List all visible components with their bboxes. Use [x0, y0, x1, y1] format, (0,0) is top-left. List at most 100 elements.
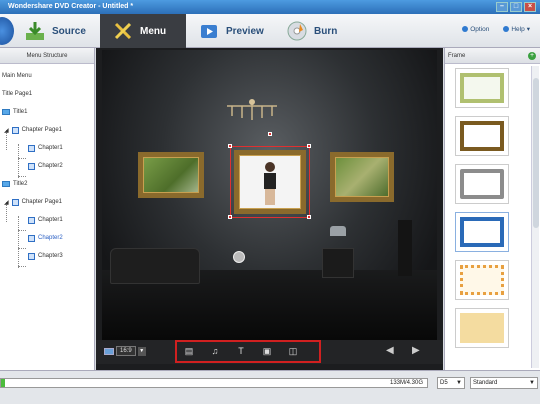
tree-item-title2[interactable]: Title2 [2, 178, 27, 190]
menu-structure-panel: Menu Structure Main Menu Title Page1 Tit… [0, 48, 95, 370]
window-controls: – □ × [496, 2, 536, 12]
film-icon [201, 25, 217, 38]
source-tab[interactable]: Source [20, 14, 92, 48]
tree-item-title-page1[interactable]: Title Page1 [2, 88, 32, 100]
resize-handle[interactable] [228, 215, 232, 219]
resize-handle[interactable] [307, 215, 311, 219]
menu-label: Menu [140, 25, 167, 37]
canvas-toolbar: 16:9 ▼ ▤ ♫ T ▣ ◫ ◀ ▶ [96, 340, 443, 364]
tree-item-chapter-page1[interactable]: ◢ Chapter Page1 [4, 196, 62, 208]
tree-label: Chapter Page1 [21, 199, 62, 205]
frame-thumb-3[interactable] [455, 164, 509, 204]
frame-thumb-1[interactable] [455, 68, 509, 108]
chandelier-image [227, 99, 277, 120]
tree-label: Title1 [13, 109, 28, 115]
frame-header-label: Frame [448, 53, 466, 59]
tree-item-main-menu[interactable]: Main Menu [2, 70, 32, 82]
quality-value: Standard [473, 380, 498, 386]
scrollbar-thumb[interactable] [533, 78, 539, 228]
collapse-icon[interactable]: ◢ [4, 199, 9, 206]
tree-item-chapter2[interactable]: Chapter2 [28, 160, 63, 172]
tree-label: Title2 [13, 181, 28, 187]
brush-icon [114, 22, 132, 40]
menu-preview-canvas[interactable] [102, 50, 437, 340]
tree-label: Chapter Page1 [21, 127, 62, 133]
tree-item-chapter2-selected[interactable]: Chapter2 [28, 232, 63, 244]
maximize-icon[interactable]: □ [510, 2, 522, 12]
capacity-fill [1, 379, 6, 387]
disc-type-value: D5 [440, 380, 448, 386]
burn-tab[interactable]: Burn [282, 14, 352, 48]
help-icon [503, 26, 510, 32]
tree-item-chapter-page1[interactable]: ◢ Chapter Page1 [4, 124, 62, 136]
preview-tab[interactable]: Preview [194, 14, 274, 48]
chevron-down-icon: ▾ [526, 26, 530, 33]
frame-panel: Frame + [444, 48, 540, 370]
tree-label: Chapter1 [38, 217, 63, 223]
music-icon[interactable]: ♫ [208, 344, 222, 358]
play-icon[interactable] [233, 251, 245, 263]
tree-label: Chapter1 [38, 145, 63, 151]
chapter-tool-icon[interactable]: ▣ [260, 344, 274, 358]
app-logo [0, 17, 14, 45]
chapter-icon [28, 216, 35, 224]
tree-label: Chapter2 [38, 235, 63, 241]
menu-tab[interactable]: Menu [100, 14, 186, 48]
title-bar: Wondershare DVD Creator - Untitled * – □… [0, 0, 540, 14]
capacity-text: 133M/4.30G [390, 380, 424, 386]
rotate-handle[interactable] [268, 132, 272, 136]
top-right-links: Option Help ▾ [462, 25, 530, 33]
plant-image [398, 220, 412, 276]
capacity-progress-bar [0, 378, 428, 388]
tree-item-chapter3[interactable]: Chapter3 [28, 250, 63, 262]
status-bar: 133M/4.30G D5 ▼ Standard ▼ [0, 370, 540, 404]
frame-panel-header: Frame + [445, 48, 540, 64]
text-tool-icon[interactable]: T [234, 344, 248, 358]
selection-outline[interactable] [230, 146, 310, 218]
quality-select[interactable]: Standard ▼ [470, 377, 538, 389]
frame-scrollbar[interactable] [531, 66, 539, 368]
tree-label: Chapter2 [38, 163, 63, 169]
chevron-down-icon: ▼ [529, 380, 535, 386]
option-label: Option [470, 25, 490, 33]
tree-item-chapter1[interactable]: Chapter1 [28, 214, 63, 226]
monitor-icon [104, 347, 114, 355]
layout-tool-icon[interactable]: ◫ [286, 344, 300, 358]
arrow-right-icon[interactable]: ▶ [412, 345, 420, 356]
tree-item-chapter1[interactable]: Chapter1 [28, 142, 63, 154]
add-icon[interactable]: + [528, 52, 536, 60]
minimize-icon[interactable]: – [496, 2, 508, 12]
chapter-icon [28, 252, 35, 260]
tree-label: Chapter3 [38, 253, 63, 259]
gear-icon [462, 26, 469, 32]
tree-item-title1[interactable]: Title1 [2, 106, 27, 118]
disc-type-select[interactable]: D5 ▼ [437, 377, 465, 389]
collapse-icon[interactable]: ◢ [4, 127, 9, 134]
tree-label: Title Page1 [2, 91, 33, 97]
aspect-ratio-value: 16:9 [116, 346, 136, 356]
chapter-icon [28, 144, 35, 152]
source-label: Source [52, 25, 86, 37]
aspect-ratio-select[interactable]: 16:9 ▼ [104, 346, 146, 356]
arrow-left-icon[interactable]: ◀ [386, 345, 394, 356]
frame-thumb-5[interactable] [455, 260, 509, 300]
add-text-icon[interactable]: ▤ [182, 344, 196, 358]
photo-frame-left[interactable] [138, 152, 204, 198]
option-button[interactable]: Option [462, 25, 489, 33]
photo-frame-right[interactable] [330, 152, 394, 202]
help-label: Help [511, 25, 525, 33]
chapter-icon [28, 234, 35, 242]
main-toolbar: Source Menu Preview Burn Option Help ▾ [0, 14, 540, 48]
frame-thumb-6[interactable] [455, 308, 509, 348]
help-button[interactable]: Help ▾ [503, 25, 530, 33]
frame-thumb-2[interactable] [455, 116, 509, 156]
burn-label: Burn [314, 25, 338, 37]
page-icon [11, 126, 19, 134]
menu-canvas-area: 16:9 ▼ ▤ ♫ T ▣ ◫ ◀ ▶ [96, 48, 443, 370]
chevron-down-icon: ▼ [456, 380, 462, 386]
frame-thumb-4[interactable] [455, 212, 509, 252]
resize-handle[interactable] [307, 144, 311, 148]
close-icon[interactable]: × [524, 2, 536, 12]
resize-handle[interactable] [228, 144, 232, 148]
sofa-image [110, 248, 200, 284]
